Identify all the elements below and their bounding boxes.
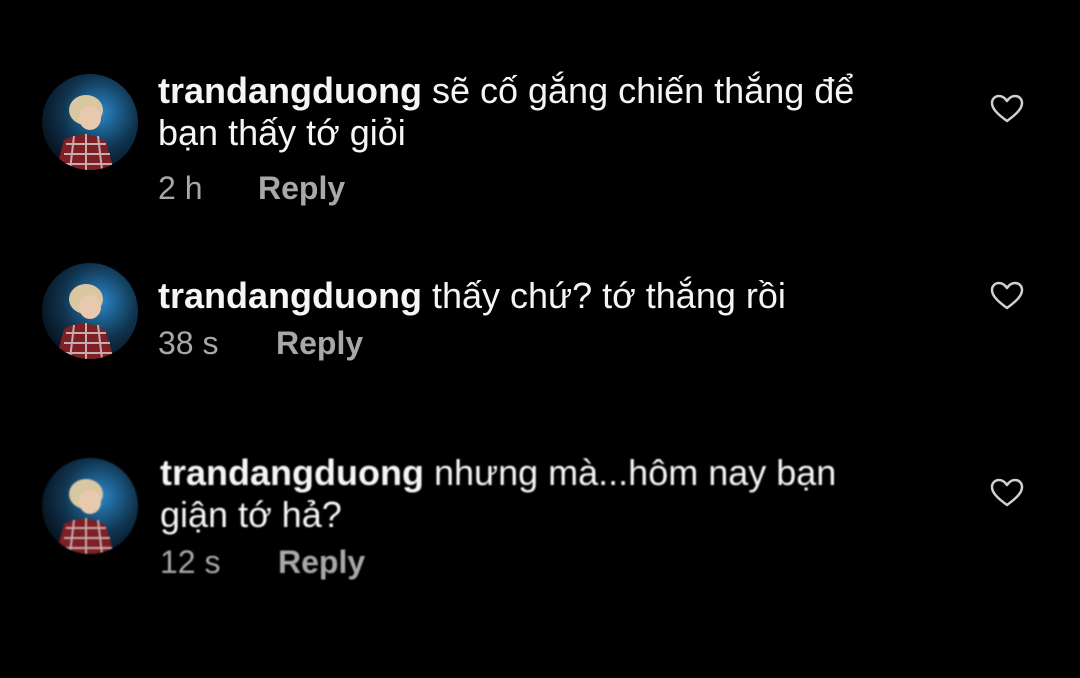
reply-button[interactable]: Reply: [258, 168, 345, 208]
avatar-photo-icon: [42, 458, 138, 554]
comment-meta: 2 h Reply: [158, 168, 918, 208]
avatar[interactable]: [42, 458, 138, 554]
reply-button[interactable]: Reply: [278, 542, 365, 582]
avatar[interactable]: [42, 74, 138, 170]
comment-meta: 38 s Reply: [158, 323, 978, 363]
comment-text: trandangduong thấy chứ? tớ thắng rồi: [158, 275, 978, 317]
heart-icon[interactable]: [990, 94, 1024, 124]
comment-username[interactable]: trandangduong: [160, 452, 424, 493]
heart-icon[interactable]: [990, 281, 1024, 311]
comment-text: trandangduong sẽ cố gắng chiến thắng để …: [158, 70, 918, 154]
comment-message: thấy chứ? tớ thắng rồi: [431, 275, 786, 316]
comment-username[interactable]: trandangduong: [158, 275, 422, 316]
avatar[interactable]: [42, 263, 138, 359]
comment-text: trandangduong nhưng mà...hôm nay bạn giậ…: [160, 452, 880, 536]
reply-button[interactable]: Reply: [276, 323, 363, 363]
comment-meta: 12 s Reply: [160, 542, 880, 582]
comment-timestamp: 38 s: [158, 325, 219, 361]
comment-timestamp: 12 s: [160, 544, 221, 580]
heart-icon[interactable]: [990, 478, 1024, 508]
comment-timestamp: 2 h: [158, 170, 203, 206]
avatar-photo-icon: [42, 74, 138, 170]
comment-username[interactable]: trandangduong: [158, 70, 422, 111]
avatar-photo-icon: [42, 263, 138, 359]
